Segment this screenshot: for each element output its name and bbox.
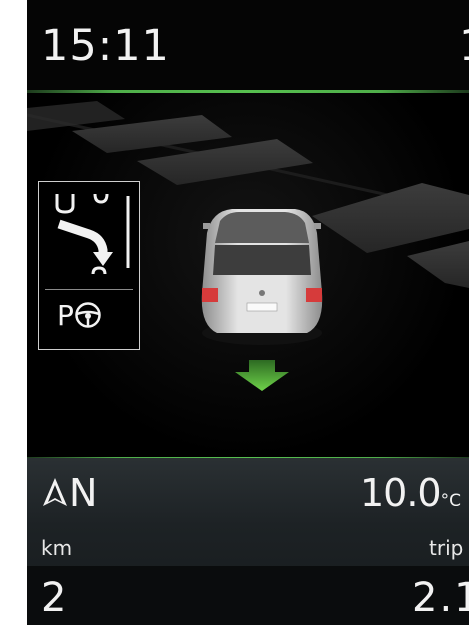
park-indicator: P [57, 301, 102, 330]
clock-time: 15:11 [41, 21, 170, 71]
steering-wheel-icon [75, 302, 101, 328]
instrument-cluster-display: 15:11 1 [27, 0, 469, 625]
top-bar: 15:11 1 [27, 0, 469, 92]
compass-letter: N [69, 471, 98, 515]
top-right-clipped-text: 1 [459, 25, 469, 68]
car-icon [201, 209, 323, 345]
navigation-arrow-icon [43, 478, 67, 506]
park-letter: P [57, 299, 74, 332]
distance-unit-label: km [41, 536, 73, 560]
temperature-unit: °C [440, 491, 461, 511]
trip-value: 2.1 [412, 575, 469, 621]
temperature-value: 10.0 [360, 471, 442, 515]
panel-divider [45, 289, 133, 290]
trip-label: trip [429, 536, 464, 560]
direction-arrow-icon [235, 360, 289, 391]
info-bar: N 10.0°C km trip 2 2.1 [27, 458, 469, 625]
outside-temperature: 10.0°C [360, 474, 461, 512]
parking-scene: P [27, 93, 469, 460]
compass-heading: N [41, 474, 97, 512]
value-band [27, 566, 469, 625]
park-assist-panel: P [38, 181, 140, 350]
distance-value: 2 [41, 575, 67, 621]
lane-change-icon [55, 193, 130, 275]
